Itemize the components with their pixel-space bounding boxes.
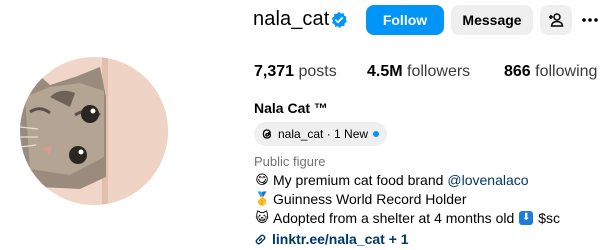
- profile-avatar[interactable]: [20, 57, 168, 205]
- following-label: following: [535, 63, 598, 80]
- down-arrow-emoji-icon: ⬇: [519, 211, 534, 225]
- link-icon: [255, 234, 266, 244]
- bio-line-adopted-text: Adopted from a shelter at 4 months old: [273, 210, 515, 226]
- cat-face-emoji-icon: 😺: [255, 210, 269, 225]
- medal-emoji-icon: 🥇: [254, 191, 271, 206]
- bio-line-adopted-suffix: $sc: [538, 210, 561, 226]
- bio-line-record-text: Guinness World Record Holder: [273, 191, 467, 207]
- more-options-icon: [582, 18, 598, 22]
- suggest-accounts-button[interactable]: [540, 5, 572, 35]
- more-options-button[interactable]: [580, 5, 600, 35]
- posts-stat: 7,371 posts: [254, 63, 337, 81]
- threads-label: nala_cat · 1 New: [278, 127, 369, 141]
- yum-emoji-icon: 😋: [255, 172, 269, 187]
- profile-category: Public figure: [254, 154, 326, 169]
- following-stat[interactable]: 866 following: [504, 63, 597, 81]
- profile-external-link[interactable]: linktr.ee/nala_cat + 1: [254, 231, 409, 247]
- brand-mention-link[interactable]: @lovenalaco: [447, 172, 528, 188]
- bio-line-brand: 😋 My premium cat food brand @lovenalaco: [254, 172, 528, 188]
- cat-photo-icon: [20, 57, 168, 205]
- threads-badge[interactable]: nala_cat · 1 New: [254, 122, 388, 146]
- add-user-icon: [549, 13, 564, 27]
- profile-link-text: linktr.ee/nala_cat + 1: [272, 231, 409, 247]
- profile-username: nala_cat: [253, 8, 330, 30]
- following-count: 866: [504, 63, 531, 80]
- bio-line-adopted: 😺 Adopted from a shelter at 4 months old…: [254, 210, 560, 226]
- new-indicator-dot: [373, 131, 380, 137]
- threads-icon: [262, 129, 272, 139]
- followers-count: 4.5M: [367, 63, 403, 80]
- posts-label: posts: [298, 63, 337, 80]
- bio-line-brand-text: My premium cat food brand: [273, 172, 444, 188]
- verified-badge-icon: [331, 11, 347, 29]
- followers-stat[interactable]: 4.5M followers: [367, 63, 470, 81]
- message-button[interactable]: Message: [451, 5, 533, 35]
- bio-line-record: 🥇 Guinness World Record Holder: [254, 191, 467, 207]
- posts-count: 7,371: [254, 63, 295, 80]
- follow-button[interactable]: Follow: [366, 5, 444, 35]
- followers-label: followers: [407, 63, 471, 80]
- profile-full-name: Nala Cat ™: [254, 100, 328, 116]
